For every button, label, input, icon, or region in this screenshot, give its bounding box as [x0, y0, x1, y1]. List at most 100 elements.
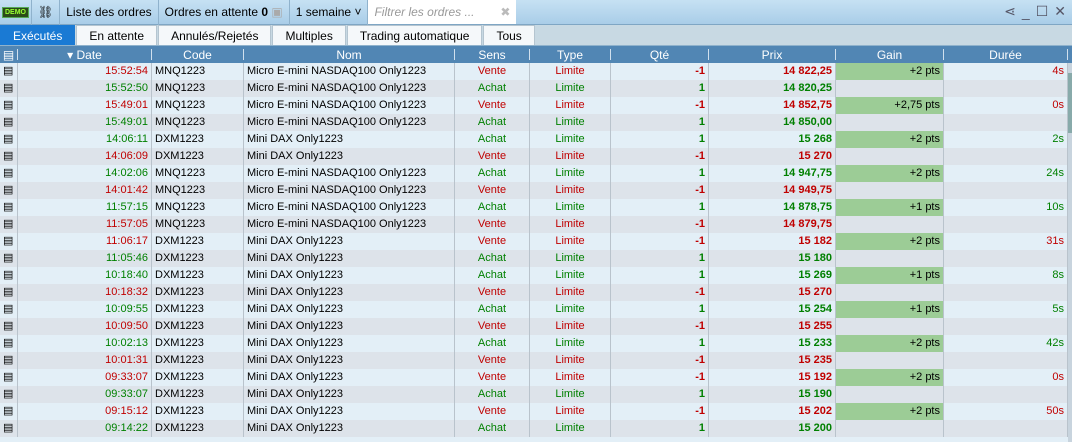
cell-prix: 14 822,25: [709, 63, 836, 80]
cell-type: Limite: [530, 250, 611, 267]
cell-gain: +2 pts: [836, 403, 944, 420]
table-row[interactable]: ▤ 10:09:55 DXM1223 Mini DAX Only1223 Achat Li…: [0, 301, 1068, 318]
cell-type: Limite: [530, 63, 611, 80]
column-qte[interactable]: Qté: [611, 48, 709, 62]
order-detail-icon[interactable]: ▤: [0, 250, 18, 267]
orders-table: ▤ 15:52:54 MNQ1223 Micro E-mini NASDAQ100 O…: [0, 63, 1068, 437]
pending-orders[interactable]: Ordres en attente 0 ▣: [159, 0, 290, 25]
cell-nom: Mini DAX Only1223: [244, 233, 455, 250]
order-detail-icon[interactable]: ▤: [0, 369, 18, 386]
order-detail-icon[interactable]: ▤: [0, 131, 18, 148]
order-detail-icon[interactable]: ▤: [0, 267, 18, 284]
table-row[interactable]: ▤ 11:05:46 DXM1223 Mini DAX Only1223 Achat Li…: [0, 250, 1068, 267]
column-prix[interactable]: Prix: [709, 48, 836, 62]
order-detail-icon[interactable]: ▤: [0, 403, 18, 420]
table-row[interactable]: ▤ 10:18:40 DXM1223 Mini DAX Only1223 Achat Li…: [0, 267, 1068, 284]
table-row[interactable]: ▤ 09:33:07 DXM1223 Mini DAX Only1223 Vente Li…: [0, 369, 1068, 386]
table-row[interactable]: ▤ 14:06:11 DXM1223 Mini DAX Only1223 Achat Li…: [0, 131, 1068, 148]
cell-prix: 14 820,25: [709, 80, 836, 97]
cell-code: DXM1223: [152, 352, 244, 369]
tab-en-attente[interactable]: En attente: [76, 25, 158, 45]
order-detail-icon[interactable]: ▤: [0, 420, 18, 437]
tab-annules-rejetes[interactable]: Annulés/Rejetés: [158, 25, 272, 45]
cell-prix: 15 233: [709, 335, 836, 352]
cell-code: DXM1223: [152, 148, 244, 165]
link-icon[interactable]: ⛓: [32, 0, 61, 25]
minimize-icon[interactable]: _: [1022, 4, 1030, 20]
cell-date: 09:33:07: [18, 386, 152, 403]
order-detail-icon[interactable]: ▤: [0, 165, 18, 182]
table-row[interactable]: ▤ 14:02:06 MNQ1223 Micro E-mini NASDAQ100 O…: [0, 165, 1068, 182]
order-detail-icon[interactable]: ▤: [0, 80, 18, 97]
table-row[interactable]: ▤ 15:52:54 MNQ1223 Micro E-mini NASDAQ100 O…: [0, 63, 1068, 80]
cell-sens: Achat: [455, 267, 530, 284]
table-row[interactable]: ▤ 10:02:13 DXM1223 Mini DAX Only1223 Achat Li…: [0, 335, 1068, 352]
table-row[interactable]: ▤ 14:06:09 DXM1223 Mini DAX Only1223 Vente Li…: [0, 148, 1068, 165]
cell-code: DXM1223: [152, 318, 244, 335]
period-select[interactable]: 1 semaine ˅: [290, 0, 369, 25]
cell-nom: Mini DAX Only1223: [244, 131, 455, 148]
order-detail-icon[interactable]: ▤: [0, 284, 18, 301]
tab-tous[interactable]: Tous: [483, 25, 535, 45]
order-detail-icon[interactable]: ▤: [0, 301, 18, 318]
cell-sens: Vente: [455, 403, 530, 420]
clear-filter-icon[interactable]: ✖: [500, 5, 510, 19]
cell-prix: 15 200: [709, 420, 836, 437]
tab-trading-automatique[interactable]: Trading automatique: [346, 25, 483, 45]
cell-type: Limite: [530, 165, 611, 182]
tab-multiples[interactable]: Multiples: [272, 25, 346, 45]
column-duree[interactable]: Durée: [944, 48, 1068, 62]
order-detail-icon[interactable]: ▤: [0, 199, 18, 216]
order-detail-icon[interactable]: ▤: [0, 233, 18, 250]
tab-executes[interactable]: Exécutés: [0, 25, 76, 45]
table-row[interactable]: ▤ 09:15:12 DXM1223 Mini DAX Only1223 Vente Li…: [0, 403, 1068, 420]
table-row[interactable]: ▤ 15:52:50 MNQ1223 Micro E-mini NASDAQ100 O…: [0, 80, 1068, 97]
cell-qte: 1: [611, 199, 709, 216]
table-row[interactable]: ▤ 11:57:15 MNQ1223 Micro E-mini NASDAQ100 O…: [0, 199, 1068, 216]
order-detail-icon[interactable]: ▤: [0, 182, 18, 199]
cell-sens: Achat: [455, 301, 530, 318]
close-icon[interactable]: ✕: [1054, 3, 1066, 20]
share-icon[interactable]: ⋖: [1004, 3, 1016, 20]
table-row[interactable]: ▤ 10:18:32 DXM1223 Mini DAX Only1223 Vente Li…: [0, 284, 1068, 301]
scrollbar[interactable]: [1068, 63, 1072, 442]
order-detail-icon[interactable]: ▤: [0, 318, 18, 335]
order-detail-icon[interactable]: ▤: [0, 386, 18, 403]
table-row[interactable]: ▤ 14:01:42 MNQ1223 Micro E-mini NASDAQ100 O…: [0, 182, 1068, 199]
table-row[interactable]: ▤ 09:33:07 DXM1223 Mini DAX Only1223 Achat Li…: [0, 386, 1068, 403]
cell-nom: Micro E-mini NASDAQ100 Only1223: [244, 165, 455, 182]
cell-sens: Vente: [455, 352, 530, 369]
cell-nom: Mini DAX Only1223: [244, 148, 455, 165]
table-row[interactable]: ▤ 10:09:50 DXM1223 Mini DAX Only1223 Vente Li…: [0, 318, 1068, 335]
table-row[interactable]: ▤ 11:06:17 DXM1223 Mini DAX Only1223 Vente Li…: [0, 233, 1068, 250]
column-code[interactable]: Code: [152, 48, 244, 62]
order-detail-icon[interactable]: ▤: [0, 63, 18, 80]
table-row[interactable]: ▤ 15:49:01 MNQ1223 Micro E-mini NASDAQ100 O…: [0, 114, 1068, 131]
cancel-all-icon[interactable]: ▣: [271, 5, 282, 19]
table-row[interactable]: ▤ 09:14:22 DXM1223 Mini DAX Only1223 Achat Li…: [0, 420, 1068, 437]
order-detail-icon[interactable]: ▤: [0, 97, 18, 114]
maximize-icon[interactable]: ☐: [1036, 3, 1049, 20]
cell-qte: -1: [611, 284, 709, 301]
cell-type: Limite: [530, 267, 611, 284]
column-type[interactable]: Type: [530, 48, 611, 62]
cell-code: DXM1223: [152, 284, 244, 301]
order-detail-icon[interactable]: ▤: [0, 335, 18, 352]
order-detail-icon[interactable]: ▤: [0, 114, 18, 131]
table-row[interactable]: ▤ 11:57:05 MNQ1223 Micro E-mini NASDAQ100 O…: [0, 216, 1068, 233]
column-date[interactable]: ▾ Date: [18, 47, 152, 62]
table-row[interactable]: ▤ 15:49:01 MNQ1223 Micro E-mini NASDAQ100 O…: [0, 97, 1068, 114]
cell-prix: 14 850,00: [709, 114, 836, 131]
column-nom[interactable]: Nom: [244, 48, 455, 62]
cell-nom: Micro E-mini NASDAQ100 Only1223: [244, 199, 455, 216]
table-row[interactable]: ▤ 10:01:31 DXM1223 Mini DAX Only1223 Vente Li…: [0, 352, 1068, 369]
export-icon[interactable]: ▤: [0, 48, 18, 62]
column-sens[interactable]: Sens: [455, 48, 530, 62]
column-gain[interactable]: Gain: [836, 48, 944, 62]
sort-desc-icon: ▾: [67, 47, 77, 62]
filter-input[interactable]: Filtrer les ordres ... ✖: [368, 0, 517, 24]
cell-sens: Achat: [455, 250, 530, 267]
order-detail-icon[interactable]: ▤: [0, 352, 18, 369]
order-detail-icon[interactable]: ▤: [0, 216, 18, 233]
order-detail-icon[interactable]: ▤: [0, 148, 18, 165]
